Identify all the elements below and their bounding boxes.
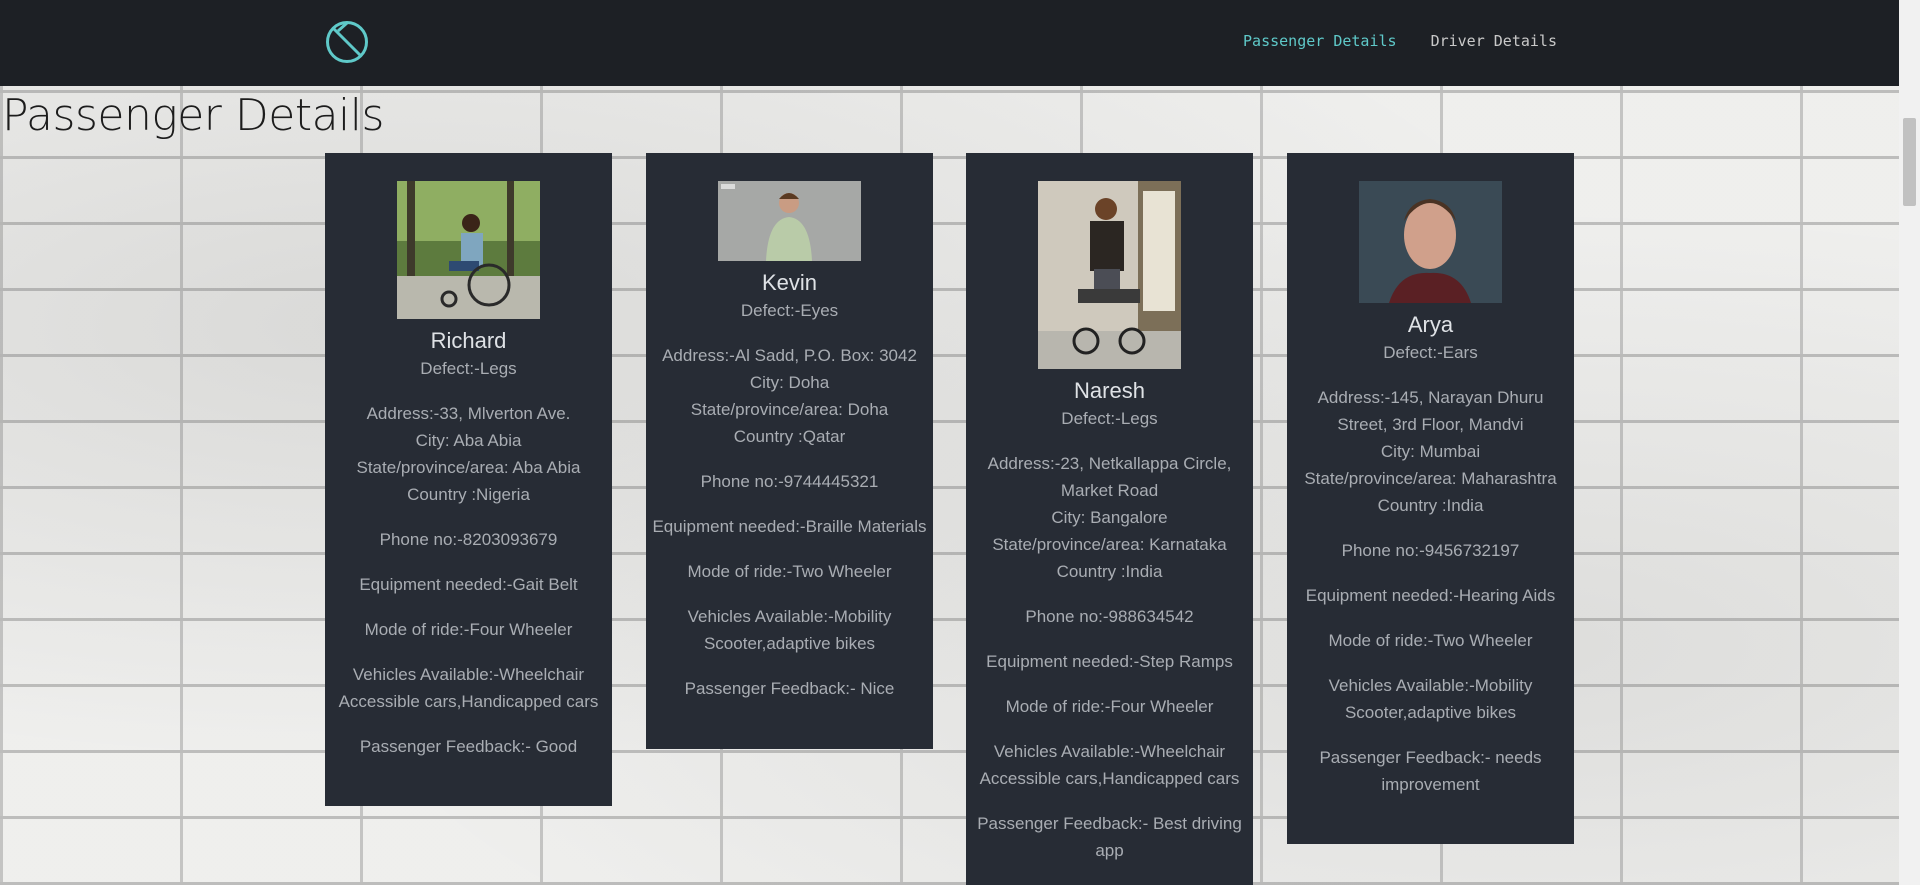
passenger-photo bbox=[397, 181, 540, 319]
passenger-ride-mode: Mode of ride:-Four Wheeler bbox=[364, 620, 573, 639]
logo-icon[interactable] bbox=[325, 20, 369, 64]
passenger-card: Arya Defect:-Ears Address:-145, Narayan … bbox=[1287, 153, 1574, 844]
navbar: Passenger Details Driver Details bbox=[0, 0, 1899, 86]
passenger-phone: Phone no:-988634542 bbox=[1025, 607, 1194, 626]
passenger-city: City: Aba Abia bbox=[415, 431, 522, 450]
passenger-address-block: Address:-Al Sadd, P.O. Box: 3042 City: D… bbox=[646, 342, 933, 450]
passenger-phone: Phone no:-8203093679 bbox=[379, 530, 558, 549]
passenger-photo bbox=[718, 181, 861, 261]
passenger-address: Address:-145, Narayan Dhuru Street, 3rd … bbox=[1317, 388, 1544, 434]
passenger-address-block: Address:-23, Netkallappa Circle, Market … bbox=[966, 450, 1253, 585]
passenger-country: Country :Nigeria bbox=[407, 485, 530, 504]
passenger-equipment: Equipment needed:-Gait Belt bbox=[359, 575, 578, 594]
passenger-vehicles: Vehicles Available:-Mobility Scooter,ada… bbox=[687, 607, 892, 653]
passenger-state: State/province/area: Maharashtra bbox=[1304, 469, 1557, 488]
nav-link-driver-details[interactable]: Driver Details bbox=[1431, 32, 1557, 50]
passenger-city: City: Bangalore bbox=[1051, 508, 1168, 527]
passenger-address: Address:-Al Sadd, P.O. Box: 3042 bbox=[662, 346, 917, 365]
passenger-vehicles: Vehicles Available:-Mobility Scooter,ada… bbox=[1328, 676, 1533, 722]
passenger-name: Richard bbox=[430, 328, 507, 353]
passenger-ride-mode: Mode of ride:-Two Wheeler bbox=[1328, 631, 1533, 650]
passenger-card: Richard Defect:-Legs Address:-33, Mlvert… bbox=[325, 153, 612, 806]
passenger-country: Country :India bbox=[1056, 562, 1163, 581]
passenger-vehicles: Vehicles Available:-Wheelchair Accessibl… bbox=[338, 665, 599, 711]
passenger-photo bbox=[1359, 181, 1502, 303]
passenger-address: Address:-33, Mlverton Ave. bbox=[366, 404, 571, 423]
passenger-name: Kevin bbox=[761, 270, 818, 295]
passenger-state: State/province/area: Aba Abia bbox=[356, 458, 581, 477]
passenger-ride-mode: Mode of ride:-Two Wheeler bbox=[687, 562, 892, 581]
passenger-equipment: Equipment needed:-Step Ramps bbox=[986, 652, 1233, 671]
passenger-feedback: Passenger Feedback:- needs improvement bbox=[1319, 748, 1542, 794]
vertical-scrollbar[interactable] bbox=[1899, 0, 1920, 885]
passenger-feedback: Passenger Feedback:- Good bbox=[359, 737, 578, 756]
passenger-equipment: Equipment needed:-Hearing Aids bbox=[1305, 586, 1556, 605]
passenger-city: City: Mumbai bbox=[1380, 442, 1481, 461]
page-title: Passenger Details bbox=[2, 90, 384, 141]
passenger-address-block: Address:-33, Mlverton Ave. City: Aba Abi… bbox=[325, 400, 612, 508]
passenger-feedback: Passenger Feedback:- Best driving app bbox=[977, 814, 1242, 860]
passenger-city: City: Doha bbox=[749, 373, 830, 392]
passenger-address-block: Address:-145, Narayan Dhuru Street, 3rd … bbox=[1287, 384, 1574, 519]
passenger-card: Naresh Defect:-Legs Address:-23, Netkall… bbox=[966, 153, 1253, 885]
scrollbar-thumb[interactable] bbox=[1903, 118, 1916, 206]
passenger-card: Kevin Defect:-Eyes Address:-Al Sadd, P.O… bbox=[646, 153, 933, 749]
passenger-vehicles: Vehicles Available:-Wheelchair Accessibl… bbox=[979, 742, 1240, 788]
passenger-state: State/province/area: Karnataka bbox=[992, 535, 1227, 554]
passenger-country: Country :India bbox=[1377, 496, 1484, 515]
nav-links: Passenger Details Driver Details bbox=[1243, 32, 1557, 50]
passenger-address: Address:-23, Netkallappa Circle, Market … bbox=[987, 454, 1232, 500]
passenger-ride-mode: Mode of ride:-Four Wheeler bbox=[1005, 697, 1214, 716]
passenger-feedback: Passenger Feedback:- Nice bbox=[684, 679, 895, 698]
passenger-defect: Defect:-Ears bbox=[1383, 343, 1478, 362]
passenger-photo bbox=[1038, 181, 1181, 369]
passenger-state: State/province/area: Doha bbox=[690, 400, 889, 419]
brick-wall-background bbox=[0, 86, 1899, 885]
passenger-phone: Phone no:-9456732197 bbox=[1341, 541, 1520, 560]
passenger-name: Naresh bbox=[1074, 378, 1145, 403]
nav-link-passenger-details[interactable]: Passenger Details bbox=[1243, 32, 1397, 50]
passenger-phone: Phone no:-9744445321 bbox=[700, 472, 879, 491]
passenger-equipment: Equipment needed:-Braille Materials bbox=[652, 517, 927, 536]
passenger-defect: Defect:-Legs bbox=[420, 359, 517, 378]
passenger-defect: Defect:-Eyes bbox=[740, 301, 839, 320]
passenger-defect: Defect:-Legs bbox=[1061, 409, 1158, 428]
passenger-name: Arya bbox=[1407, 312, 1454, 337]
passenger-country: Country :Qatar bbox=[733, 427, 846, 446]
